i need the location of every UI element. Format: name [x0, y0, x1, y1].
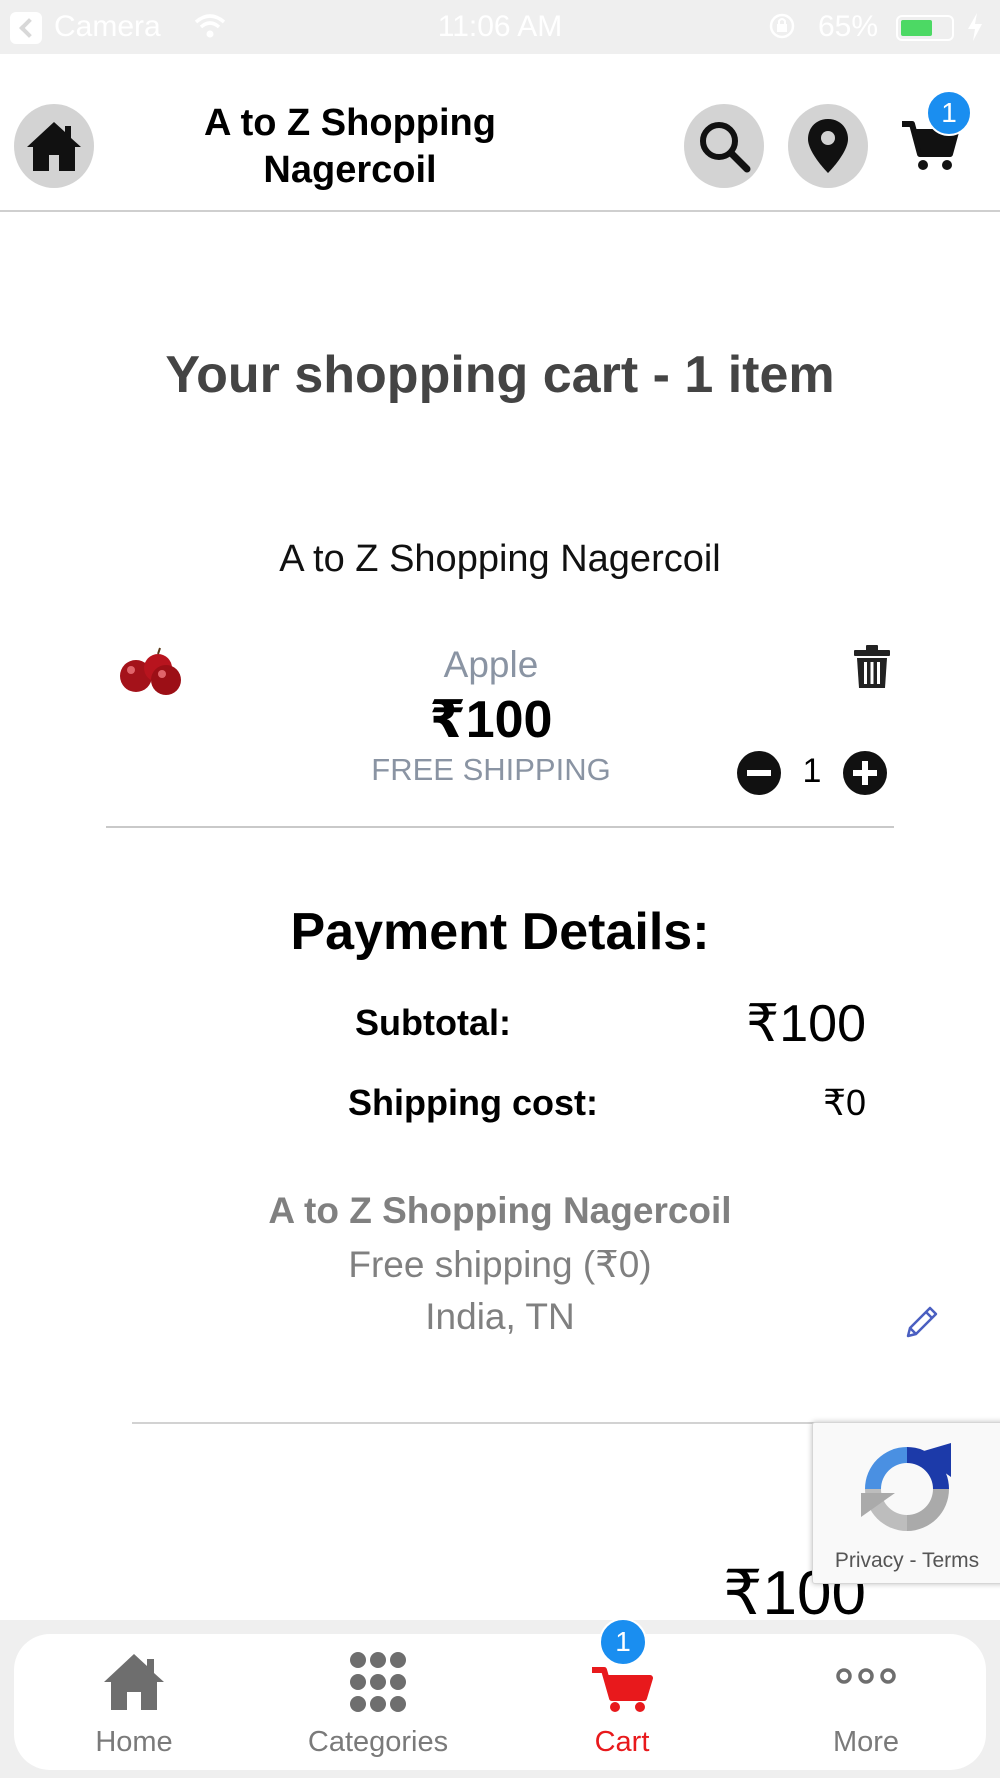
recaptcha-separator: - [903, 1549, 922, 1572]
recaptcha-icon [861, 1443, 951, 1531]
charging-icon [968, 13, 982, 41]
recaptcha-links: Privacy - Terms [813, 1549, 1000, 1573]
nav-label-cart: Cart [594, 1726, 650, 1758]
edit-shipping-pencil-icon[interactable] [900, 1302, 942, 1344]
product-price: ₹100 [429, 691, 553, 749]
battery-percent: 65% [818, 10, 879, 43]
grid-icon [350, 1652, 406, 1712]
shipping-cost-value: ₹0 [823, 1082, 866, 1123]
battery-icon [896, 15, 954, 41]
nav-label-home: Home [95, 1726, 173, 1758]
recaptcha-badge[interactable]: Privacy - Terms [812, 1422, 1000, 1584]
cart-heading: Your shopping cart - 1 item [165, 346, 835, 404]
nav-item-home[interactable]: Home [34, 1634, 234, 1770]
payment-details-title: Payment Details: [290, 903, 710, 961]
store-name: A to Z Shopping Nagercoil [279, 538, 721, 580]
app-title-line2: Nagercoil [263, 149, 437, 191]
header-cart-badge: 1 [926, 90, 972, 136]
apple-product-image[interactable] [106, 640, 198, 702]
subtotal-label: Subtotal: [355, 1002, 511, 1043]
nav-label-more: More [832, 1726, 900, 1758]
shipping-region: India, TN [425, 1296, 575, 1337]
home-button[interactable] [14, 104, 94, 188]
home-icon [27, 122, 81, 171]
decrease-quantity-icon[interactable] [736, 750, 782, 796]
nav-cart-badge: 1 [599, 1618, 647, 1666]
home-icon [104, 1654, 164, 1710]
status-bar: Camera 11:06 AM 65% [0, 0, 1000, 54]
delete-item-icon[interactable] [852, 644, 892, 690]
shipping-cost-label: Shipping cost: [348, 1082, 598, 1123]
recaptcha-terms-link[interactable]: Terms [922, 1549, 979, 1572]
shipping-method: Free shipping (₹0) [348, 1244, 652, 1285]
nav-item-more[interactable]: More [766, 1634, 966, 1770]
search-button[interactable] [684, 104, 764, 188]
location-button[interactable] [788, 104, 868, 188]
more-dots-icon [836, 1668, 896, 1684]
nav-item-categories[interactable]: Categories [278, 1634, 478, 1770]
item-divider [106, 826, 894, 828]
recaptcha-privacy-link[interactable]: Privacy [835, 1549, 904, 1572]
app-header: A to Z Shopping Nagercoil 1 [0, 54, 1000, 212]
bottom-nav: Home Categories Cart More [14, 1634, 986, 1770]
increase-quantity-icon[interactable] [842, 750, 888, 796]
product-name[interactable]: Apple [350, 644, 632, 686]
nav-label-categories: Categories [307, 1726, 449, 1758]
shipping-store-name: A to Z Shopping Nagercoil [268, 1190, 732, 1231]
search-icon [700, 122, 751, 173]
product-shipping-label: FREE SHIPPING [371, 752, 611, 787]
app-title-line1: A to Z Shopping [204, 102, 496, 144]
orientation-lock-icon [769, 13, 795, 39]
quantity-value: 1 [802, 752, 822, 790]
app-title: A to Z Shopping Nagercoil [150, 100, 550, 194]
subtotal-value: ₹100 [746, 995, 866, 1053]
location-pin-icon [808, 119, 848, 173]
